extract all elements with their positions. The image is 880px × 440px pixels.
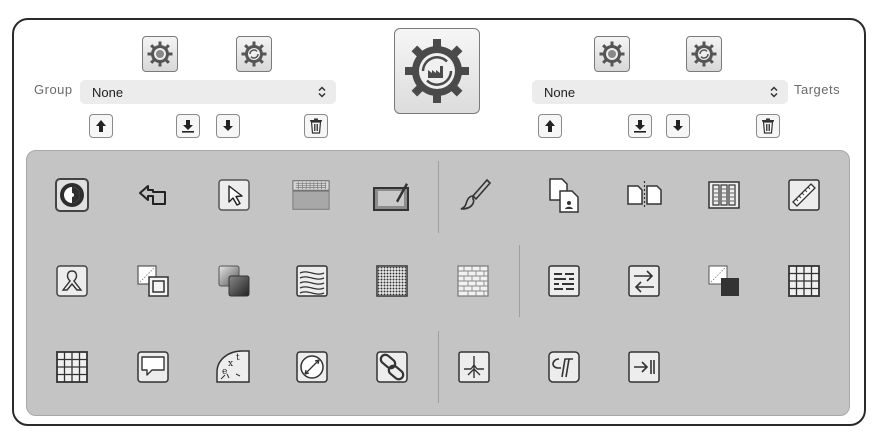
ruler-icon — [788, 179, 820, 211]
tool-text-lines[interactable] — [544, 261, 584, 301]
group-select[interactable]: None — [80, 80, 336, 104]
group-select-value: None — [92, 84, 124, 100]
group-download-button-2[interactable] — [216, 114, 240, 138]
group-upload-button[interactable] — [89, 114, 113, 138]
tool-document[interactable] — [545, 175, 585, 215]
gear-icon-button-left-2[interactable] — [236, 36, 272, 72]
brush-icon — [460, 178, 492, 210]
table-grid-icon — [56, 351, 88, 383]
gear-icon — [241, 41, 267, 67]
tool-split-page[interactable] — [625, 175, 665, 215]
curved-text-icon: e x t — [216, 350, 250, 383]
tool-columns[interactable] — [704, 175, 744, 215]
chevron-updown-icon — [318, 86, 326, 98]
tool-palette: e x t — [26, 150, 850, 416]
tool-ribbon[interactable] — [52, 261, 92, 301]
tool-swap-arrows[interactable] — [624, 261, 664, 301]
tool-ellipse-diagonal[interactable] — [292, 347, 332, 387]
gear-icon — [599, 41, 625, 67]
pointer-icon — [218, 179, 250, 211]
tool-tablet-pen[interactable] — [372, 175, 412, 215]
tool-tree-join[interactable] — [454, 347, 494, 387]
gear-icon — [691, 41, 717, 67]
tab-arrow-icon — [628, 351, 660, 383]
tool-wave-lines[interactable] — [292, 261, 332, 301]
targets-trash-button[interactable] — [756, 114, 780, 138]
columns-icon — [708, 181, 740, 209]
tool-ruler[interactable] — [784, 175, 824, 215]
tree-join-icon — [458, 351, 490, 383]
download-icon — [223, 120, 233, 131]
layer-gradient-icon — [218, 265, 250, 297]
ellipse-diagonal-icon — [296, 351, 328, 383]
swap-arrows-icon — [628, 265, 660, 297]
svg-text:t: t — [236, 353, 240, 363]
targets-select[interactable]: None — [532, 80, 788, 104]
factory-gear-button[interactable] — [394, 28, 480, 114]
svg-text:x: x — [228, 359, 233, 369]
tool-circle-target[interactable] — [52, 175, 92, 215]
tool-layer-gradient[interactable] — [214, 261, 254, 301]
document-icon — [549, 178, 579, 213]
tool-overlap-squares[interactable] — [133, 261, 173, 301]
ribbon-icon — [56, 265, 88, 297]
targets-download-button-2[interactable] — [666, 114, 690, 138]
group-download-button-1[interactable] — [176, 114, 200, 138]
gear-icon — [147, 41, 173, 67]
brick-pattern-icon — [457, 265, 489, 297]
group-trash-button[interactable] — [304, 114, 328, 138]
chevron-updown-icon — [770, 86, 778, 98]
tool-keyboard[interactable] — [291, 175, 331, 215]
gear-icon-button-right-2[interactable] — [686, 36, 722, 72]
tablet-pen-icon — [373, 183, 409, 211]
paragraph-icon — [548, 351, 580, 383]
link-chain-icon — [376, 351, 408, 383]
tool-brick-pattern[interactable] — [453, 261, 493, 301]
dot-grid-icon — [376, 265, 408, 297]
upload-icon — [545, 120, 555, 132]
gear-icon-button-left-1[interactable] — [142, 36, 178, 72]
tool-curved-text[interactable]: e x t — [213, 347, 253, 387]
gear-icon-button-right-1[interactable] — [594, 36, 630, 72]
trash-icon — [762, 118, 774, 134]
tool-fill-square[interactable] — [704, 261, 744, 301]
palette-divider — [438, 331, 439, 403]
tool-table-grid-2[interactable] — [52, 347, 92, 387]
targets-select-value: None — [544, 84, 576, 100]
speech-bubble-icon — [137, 351, 169, 383]
tool-speech-bubble[interactable] — [133, 347, 173, 387]
download-icon — [182, 120, 194, 133]
wave-lines-icon — [296, 265, 328, 297]
download-icon — [673, 120, 683, 131]
factory-gear-icon — [405, 39, 469, 103]
back-arrow-icon — [139, 185, 166, 205]
tool-tab-arrow[interactable] — [624, 347, 664, 387]
tool-dot-grid[interactable] — [372, 261, 412, 301]
table-grid-icon — [788, 265, 820, 297]
fill-square-icon — [708, 265, 739, 296]
tool-paragraph[interactable] — [544, 347, 584, 387]
split-page-icon — [627, 181, 662, 209]
keyboard-icon — [292, 180, 330, 210]
palette-divider — [519, 245, 520, 317]
download-icon — [634, 120, 646, 133]
tool-table-grid[interactable] — [784, 261, 824, 301]
text-lines-icon — [548, 265, 580, 297]
tool-brush[interactable] — [455, 175, 495, 215]
tool-link-chain[interactable] — [372, 347, 412, 387]
tool-back-arrow[interactable] — [132, 175, 172, 215]
group-label: Group — [34, 82, 73, 97]
targets-download-button-1[interactable] — [628, 114, 652, 138]
palette-divider — [438, 161, 439, 233]
circle-target-icon — [55, 178, 89, 212]
upload-icon — [96, 120, 106, 132]
tool-pointer[interactable] — [214, 175, 254, 215]
targets-label: Targets — [794, 82, 841, 97]
overlap-squares-icon — [137, 265, 169, 297]
targets-upload-button[interactable] — [538, 114, 562, 138]
trash-icon — [310, 118, 322, 134]
